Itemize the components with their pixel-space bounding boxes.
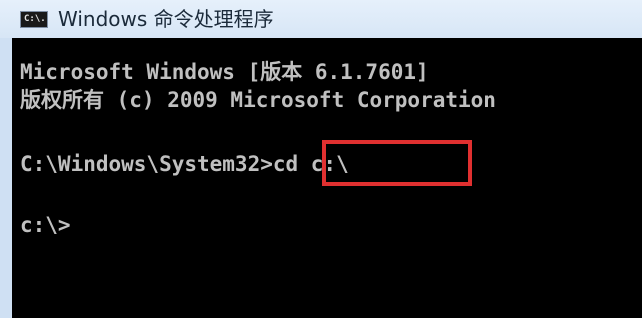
title-bar[interactable]: C:\. Windows 命令处理程序 [0, 0, 642, 39]
window-frame-left [0, 38, 12, 318]
console-line-prompt: c:\> [20, 213, 71, 237]
console-line-copyright: 版权所有 (c) 2009 Microsoft Corporation [20, 88, 496, 112]
console-line-version: Microsoft Windows [版本 6.1.7601] [20, 60, 429, 84]
cmd-window: C:\. Windows 命令处理程序 Microsoft Windows [版… [0, 0, 642, 318]
command-highlight-box [322, 140, 472, 186]
window-title: Windows 命令处理程序 [58, 7, 274, 31]
console-line-command: C:\Windows\System32>cd c:\ [20, 152, 349, 176]
cmd-icon[interactable]: C:\. [20, 11, 48, 28]
